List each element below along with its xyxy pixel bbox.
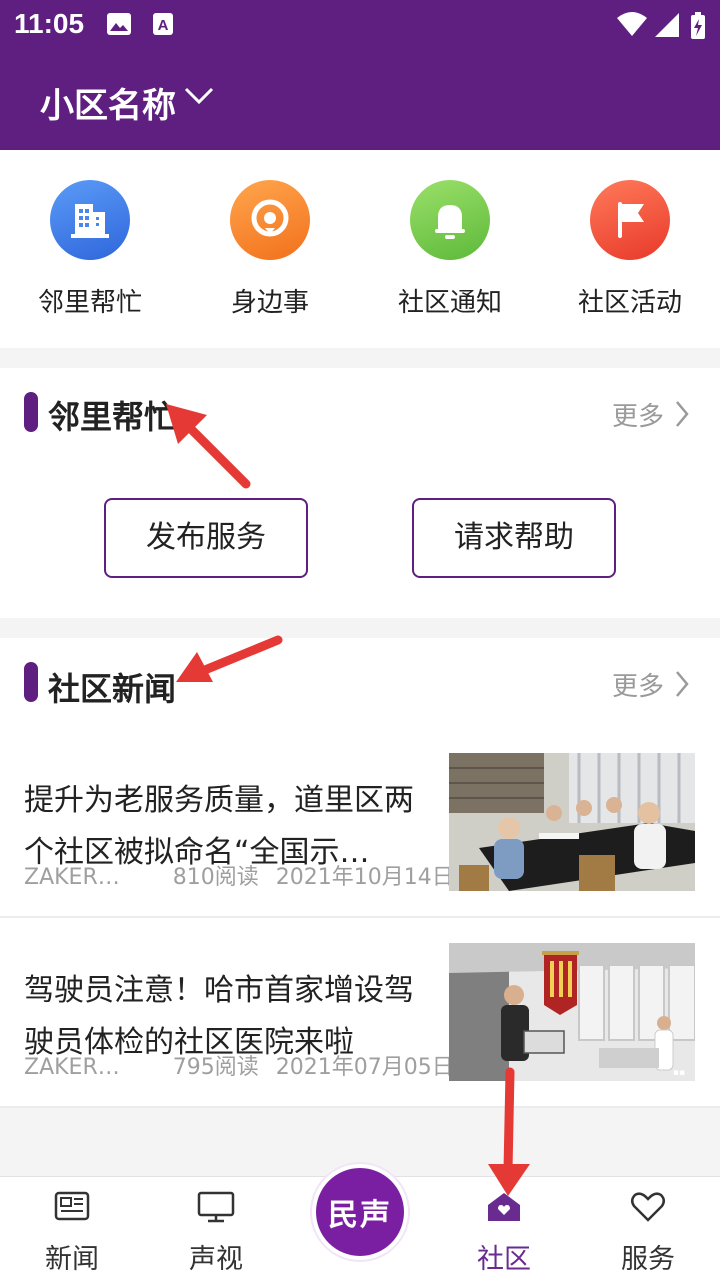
- section-accent-bar: [24, 392, 38, 432]
- monitor-icon: [197, 1191, 235, 1223]
- flag-icon: [590, 180, 670, 260]
- quick-action-notice[interactable]: 社区通知: [360, 180, 540, 330]
- home-heart-icon: [488, 1193, 520, 1221]
- building-icon: [50, 180, 130, 260]
- tab-video[interactable]: 声视: [144, 1177, 288, 1280]
- newspaper-icon: [54, 1191, 90, 1221]
- news-thumbnail: ▪▪: [449, 943, 695, 1081]
- image-icon: [107, 13, 131, 35]
- quick-action-label: 社区通知: [397, 288, 502, 318]
- quick-action-label: 身边事: [230, 288, 309, 318]
- quick-action-label: 邻里帮忙: [37, 288, 142, 318]
- voice-center-button[interactable]: 民声: [312, 1164, 408, 1260]
- battery-charging-icon: [691, 12, 705, 39]
- section-accent-bar: [24, 662, 38, 702]
- chevron-right-icon[interactable]: [674, 670, 690, 698]
- more-link[interactable]: 更多: [612, 666, 664, 703]
- location-icon: [230, 180, 310, 260]
- news-reads: 795阅读: [172, 1055, 259, 1080]
- wifi-icon: [617, 12, 647, 36]
- chevron-down-icon[interactable]: [184, 86, 214, 106]
- tab-community[interactable]: 社区: [432, 1177, 576, 1280]
- quick-action-activities[interactable]: 社区活动: [540, 180, 720, 330]
- quick-action-nearby[interactable]: 身边事: [180, 180, 360, 330]
- tab-news[interactable]: 新闻: [0, 1177, 144, 1280]
- news-date: 2021年07月05日: [275, 1055, 454, 1080]
- svg-text:A: A: [158, 17, 169, 34]
- chevron-right-icon[interactable]: [674, 400, 690, 428]
- signal-icon: [655, 13, 679, 37]
- news-reads: 810阅读: [172, 865, 259, 890]
- bell-icon: [410, 180, 490, 260]
- publish-service-button[interactable]: 发布服务: [104, 498, 308, 578]
- tab-label: 新闻: [45, 1244, 99, 1275]
- app-header: 11:05 A 小区名称: [0, 0, 720, 150]
- news-item[interactable]: 提升为老服务质量，道里区两个社区被拟命名“全国示… ZAKER… 810阅读 2…: [0, 753, 720, 943]
- news-meta: ZAKER… 810阅读 2021年10月14日: [24, 859, 464, 891]
- community-news-section: 社区新闻 更多 提升为老服务质量，道里区两个社区被拟命名“全国示… ZAKER……: [0, 638, 720, 1108]
- quick-action-label: 社区活动: [577, 288, 682, 318]
- tab-label: 声视: [189, 1244, 243, 1275]
- status-bar: 11:05 A: [0, 0, 720, 50]
- neighbor-help-section: 邻里帮忙 更多 发布服务 请求帮助: [0, 368, 720, 618]
- section-title: 邻里帮忙: [48, 398, 177, 436]
- status-time: 11:05: [14, 8, 85, 39]
- quick-actions: 邻里帮忙 身边事 社区通知 社区活动: [0, 150, 720, 348]
- tab-service[interactable]: 服务: [576, 1177, 720, 1280]
- app-notification-icon: A: [153, 13, 173, 35]
- divider: [0, 916, 720, 918]
- news-thumbnail: [449, 753, 695, 891]
- svg-text:▪▪: ▪▪: [673, 1068, 685, 1078]
- news-item[interactable]: 驾驶员注意！哈市首家增设驾驶员体检的社区医院来啦 ZAKER… 795阅读 20…: [0, 943, 720, 1133]
- tab-label: 服务: [621, 1244, 675, 1275]
- heart-icon: [631, 1192, 665, 1222]
- section-title: 社区新闻: [48, 670, 177, 708]
- tab-label: 社区: [477, 1244, 531, 1275]
- news-meta: ZAKER… 795阅读 2021年07月05日: [24, 1049, 464, 1081]
- divider: [0, 1106, 720, 1108]
- community-selector[interactable]: 小区名称: [40, 78, 176, 127]
- news-source: ZAKER…: [24, 1055, 120, 1080]
- quick-action-neighbor-help[interactable]: 邻里帮忙: [0, 180, 180, 330]
- request-help-button[interactable]: 请求帮助: [412, 498, 616, 578]
- news-date: 2021年10月14日: [275, 865, 454, 890]
- more-link[interactable]: 更多: [612, 396, 664, 433]
- news-source: ZAKER…: [24, 865, 120, 890]
